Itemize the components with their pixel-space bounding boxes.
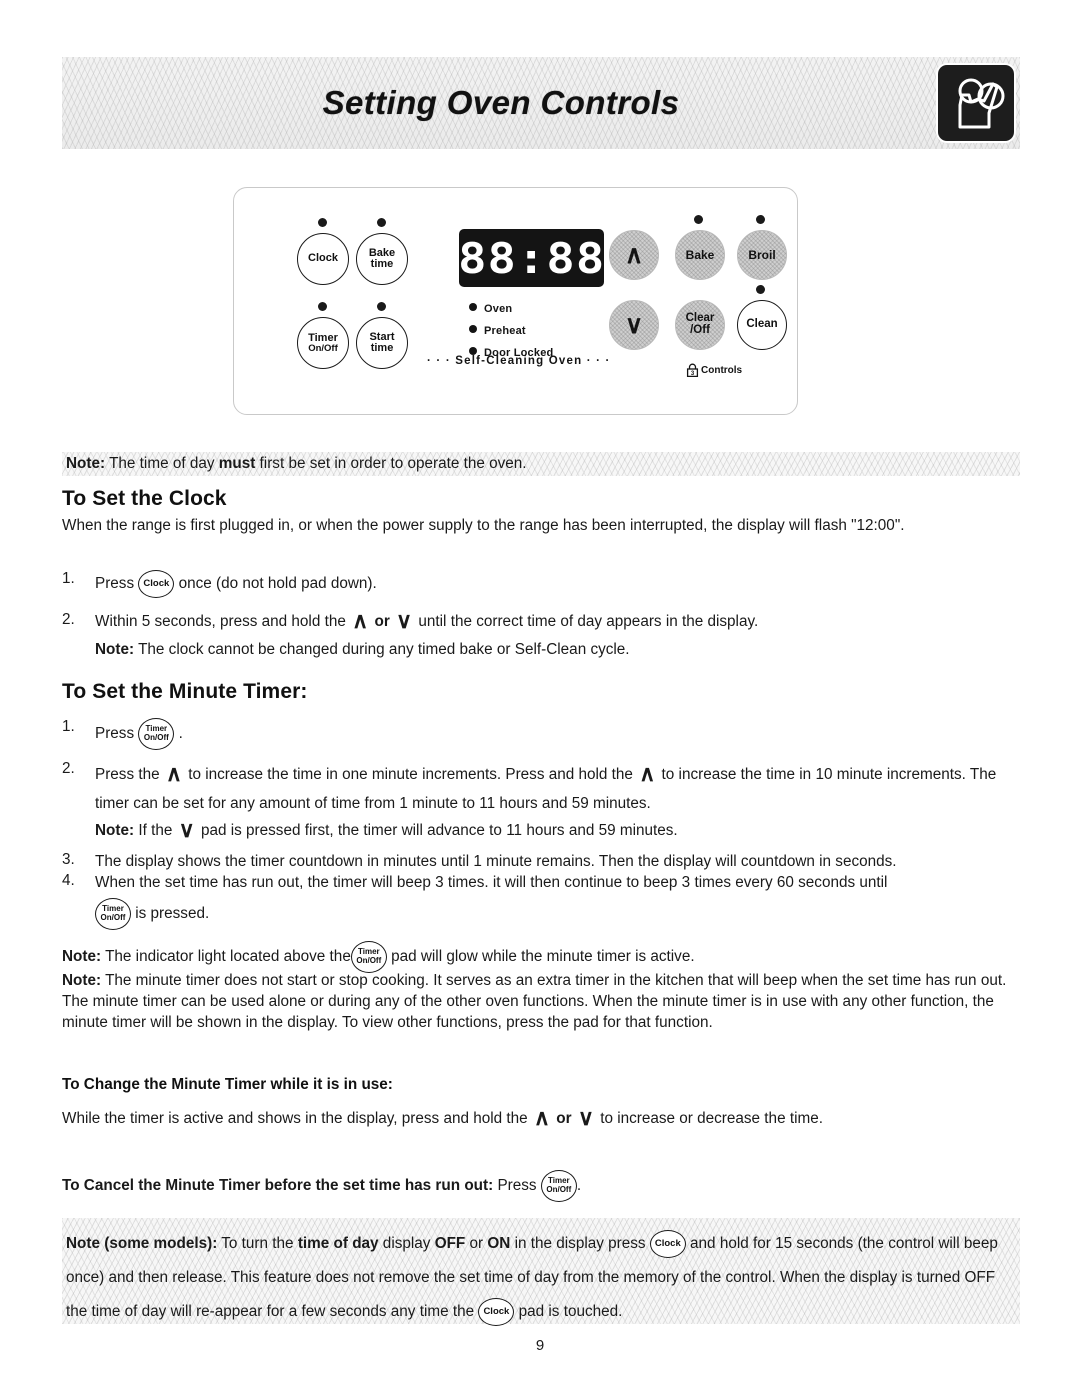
timer-step-1-number: 1. bbox=[62, 718, 75, 735]
preheat-led-dot bbox=[469, 325, 477, 333]
oven-display: 88:88 bbox=[457, 229, 606, 287]
inline-pad-clock[interactable]: Clock bbox=[649, 1229, 686, 1258]
heading-set-the-clock: To Set the Clock bbox=[62, 487, 227, 510]
padlock-icon: 3 bbox=[686, 363, 699, 378]
indicator-oven: Oven bbox=[469, 303, 512, 315]
controls-lock-label: 3 Controls bbox=[686, 363, 742, 378]
door-locked-led-dot bbox=[469, 347, 477, 355]
pad-timer-on-off[interactable]: Timer On/Off bbox=[297, 317, 349, 369]
clock-step-2-number: 2. bbox=[62, 611, 75, 628]
pad-clock[interactable]: Clock bbox=[297, 233, 349, 285]
oven-control-panel-illustration: Clock Bake time Timer On/Off Start time … bbox=[233, 187, 798, 415]
timer-step-2-note: Note: If the ∨ pad is pressed first, the… bbox=[95, 817, 678, 842]
pad-clean[interactable]: Clean bbox=[737, 300, 787, 350]
change-timer-text: While the timer is active and shows in t… bbox=[62, 1105, 823, 1130]
timer-step-4-number: 4. bbox=[62, 872, 75, 889]
inline-pad-clock[interactable]: Clock bbox=[478, 1297, 515, 1326]
manual-page: Setting Oven Controls Clock Bake time Ti… bbox=[0, 0, 1080, 1397]
heading-set-minute-timer: To Set the Minute Timer: bbox=[62, 680, 308, 703]
pad-clear-off[interactable]: Clear /Off bbox=[675, 300, 725, 350]
clock-step-2: Within 5 seconds, press and hold the ∧ o… bbox=[95, 608, 759, 633]
clock-intro-text: When the range is first plugged in, or w… bbox=[62, 517, 905, 534]
timer-note-1: Note: The indicator light located above … bbox=[62, 941, 1020, 973]
heading-change-minute-timer: To Change the Minute Timer while it is i… bbox=[62, 1076, 393, 1093]
timer-step-2-number: 2. bbox=[62, 760, 75, 777]
timer-step-4b: Timer On/Off is pressed. bbox=[95, 898, 975, 930]
page-number: 9 bbox=[535, 1337, 545, 1354]
pad-down-arrow[interactable]: ∨ bbox=[609, 300, 659, 350]
bake-time-indicator-led bbox=[377, 218, 386, 227]
inline-pad-timer-on-off[interactable]: Timer On/Off bbox=[95, 898, 131, 930]
clean-pad-indicator-led bbox=[756, 285, 765, 294]
timer-indicator-led bbox=[318, 302, 327, 311]
clock-indicator-led bbox=[318, 218, 327, 227]
page-header-banner: Setting Oven Controls bbox=[62, 57, 1020, 149]
start-time-indicator-led bbox=[377, 302, 386, 311]
inline-pad-timer-on-off[interactable]: Timer On/Off bbox=[540, 1170, 577, 1202]
inline-pad-timer-on-off[interactable]: Timer On/Off bbox=[350, 941, 387, 973]
bake-pad-indicator-led bbox=[694, 215, 703, 224]
pad-bake[interactable]: Bake bbox=[675, 230, 725, 280]
clock-step-1-number: 1. bbox=[62, 570, 75, 587]
pad-broil[interactable]: Broil bbox=[737, 230, 787, 280]
broil-pad-indicator-led bbox=[756, 215, 765, 224]
timer-step-3: The display shows the timer countdown in… bbox=[95, 853, 897, 870]
timer-step-1: Press Timer On/Off . bbox=[95, 718, 975, 750]
bottom-note: Note (some models): To turn the time of … bbox=[66, 1227, 1016, 1329]
timer-step-3-number: 3. bbox=[62, 851, 75, 868]
timer-step-4a: When the set time has run out, the timer… bbox=[95, 874, 888, 891]
display-digits: 88:88 bbox=[457, 233, 606, 283]
inline-pad-timer-on-off[interactable]: Timer On/Off bbox=[138, 718, 175, 750]
intro-note: Note: The time of day must first be set … bbox=[66, 455, 527, 472]
clock-step-1: Press Clock once (do not hold pad down). bbox=[95, 570, 975, 598]
self-cleaning-oven-label: · · · Self-Cleaning Oven · · · bbox=[427, 355, 611, 367]
clock-step-2-note: Note: The clock cannot be changed during… bbox=[95, 641, 630, 658]
pad-up-arrow[interactable]: ∧ bbox=[609, 230, 659, 280]
hand-pressing-controls-icon bbox=[938, 65, 1014, 141]
indicator-preheat: Preheat bbox=[469, 325, 526, 337]
timer-step-2: Press the ∧ to increase the time in one … bbox=[95, 761, 997, 813]
inline-pad-clock[interactable]: Clock bbox=[138, 570, 175, 598]
page-title: Setting Oven Controls bbox=[322, 84, 680, 121]
oven-led-dot bbox=[469, 303, 477, 311]
pad-start-time[interactable]: Start time bbox=[356, 317, 408, 369]
timer-note-2: Note: The minute timer does not start or… bbox=[62, 972, 1007, 1031]
pad-bake-time[interactable]: Bake time bbox=[356, 233, 408, 285]
cancel-timer-line: To Cancel the Minute Timer before the se… bbox=[62, 1170, 1020, 1202]
